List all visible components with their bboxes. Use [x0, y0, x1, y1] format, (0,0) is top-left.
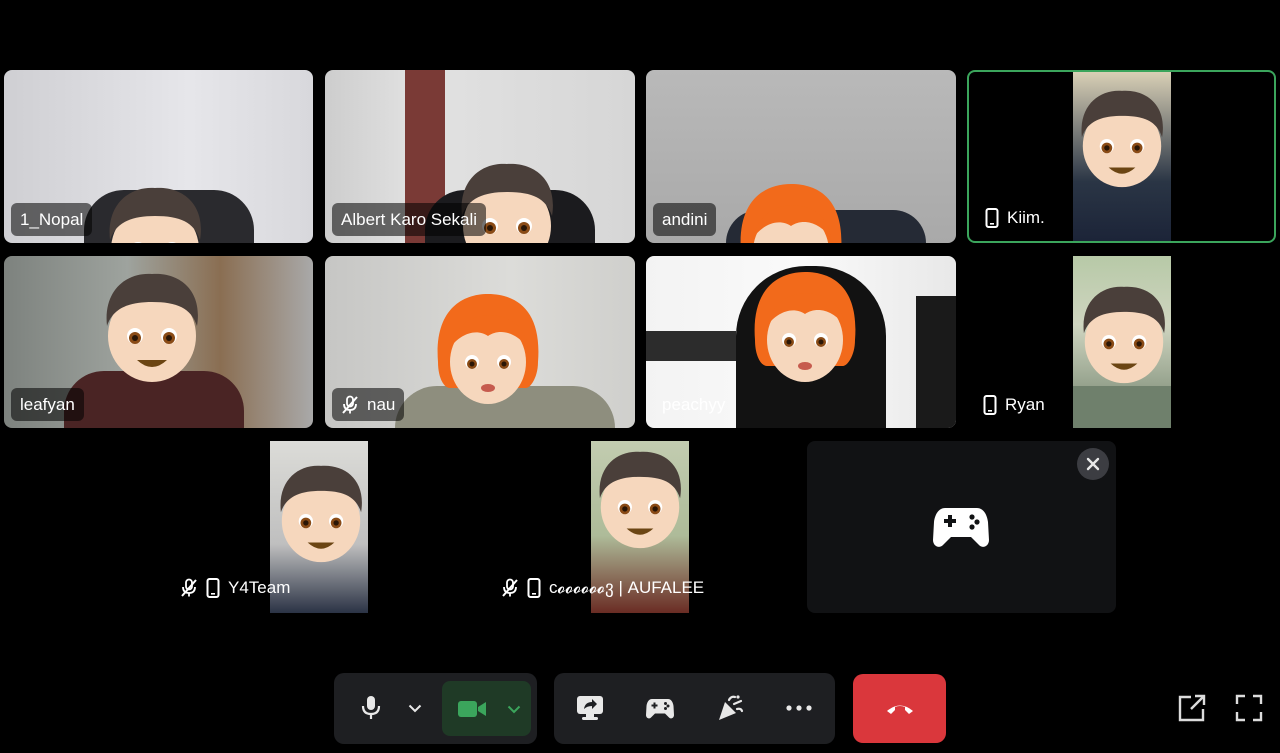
participant-label: 1_Nopal — [11, 203, 93, 236]
boy-avatar — [106, 273, 198, 382]
participant-label: Albert Karo Sekali — [332, 203, 487, 236]
camera-button[interactable] — [452, 690, 492, 728]
activity-tile[interactable] — [807, 441, 1116, 613]
more-button[interactable] — [780, 689, 818, 727]
boy-avatar — [109, 187, 201, 243]
fullscreen-button[interactable] — [1230, 689, 1268, 727]
close-icon — [1086, 457, 1100, 471]
chevron-down-icon — [408, 704, 422, 712]
participant-name: Albert Karo Sekali — [341, 209, 478, 229]
gamepad-icon — [646, 699, 674, 719]
mobile-icon — [527, 578, 541, 598]
video-tile-peachyy[interactable]: peachyy — [646, 256, 956, 428]
participant-label: c𝓸𝓸𝓸𝓸𝓸𝓸ვ | AUFALEE — [501, 573, 704, 603]
video-camera-icon — [458, 701, 486, 717]
video-tile-kiim[interactable]: Kiim. — [967, 70, 1276, 243]
participant-name: Kiim. — [1007, 207, 1045, 227]
microphone-button[interactable] — [352, 689, 390, 727]
action-controls — [554, 673, 835, 744]
participant-name: c𝓸𝓸𝓸𝓸𝓸𝓸ვ | AUFALEE — [549, 578, 705, 597]
mic-options-button[interactable] — [404, 697, 426, 719]
chevron-down-icon — [507, 705, 521, 713]
girl-avatar — [437, 294, 539, 404]
soundboard-icon — [719, 695, 744, 720]
more-icon — [786, 705, 812, 711]
video-tile-albert[interactable]: Albert Karo Sekali — [325, 70, 635, 243]
participant-label: Y4Team — [180, 573, 290, 603]
participant-name: Ryan — [1005, 394, 1045, 414]
mobile-icon — [206, 578, 220, 598]
close-activity-button[interactable] — [1077, 448, 1109, 480]
boy-avatar — [1083, 286, 1165, 384]
popout-button[interactable] — [1173, 689, 1211, 727]
participant-name: 1_Nopal — [20, 209, 84, 229]
camera-options-button[interactable] — [502, 697, 526, 721]
participant-label: leafyan — [11, 388, 84, 421]
gamepad-icon — [933, 508, 989, 547]
video-tile-1-nopal[interactable]: 1_Nopal — [4, 70, 313, 243]
participant-label: Kiim. — [976, 201, 1054, 234]
muted-mic-icon — [502, 578, 518, 597]
hang-up-icon — [886, 705, 913, 714]
participant-name: nau — [367, 394, 396, 414]
video-tile-ryan[interactable]: Ryan — [967, 256, 1276, 428]
boy-avatar — [599, 451, 681, 549]
participant-label: Ryan — [974, 388, 1054, 421]
video-tile-andini[interactable]: andini — [646, 70, 956, 243]
soundboard-button[interactable] — [711, 689, 749, 727]
mobile-icon — [985, 207, 999, 228]
participant-label: nau — [332, 388, 405, 421]
screen-share-icon — [577, 696, 603, 720]
girl-avatar — [740, 184, 842, 243]
participant-name: peachyy — [662, 394, 726, 414]
boy-avatar — [280, 465, 362, 563]
popout-icon — [1178, 694, 1206, 722]
fullscreen-icon — [1235, 694, 1263, 722]
participant-name: andini — [662, 209, 708, 229]
camera-controls — [442, 681, 531, 736]
mobile-icon — [983, 394, 997, 415]
boy-avatar — [1081, 90, 1163, 188]
video-tile-nau[interactable]: nau — [325, 256, 635, 428]
participant-label: peachyy — [653, 388, 734, 421]
participant-label: andini — [653, 203, 717, 236]
disconnect-button[interactable] — [853, 674, 946, 743]
video-tile-leafyan[interactable]: leafyan — [4, 256, 313, 428]
muted-mic-icon — [181, 578, 197, 597]
screen-share-button[interactable] — [571, 689, 609, 727]
participant-name: leafyan — [20, 394, 75, 414]
microphone-icon — [361, 696, 381, 719]
girl-avatar — [754, 272, 856, 382]
activities-button[interactable] — [641, 689, 679, 727]
muted-mic-icon — [342, 395, 358, 414]
participant-name: Y4Team — [228, 578, 291, 597]
